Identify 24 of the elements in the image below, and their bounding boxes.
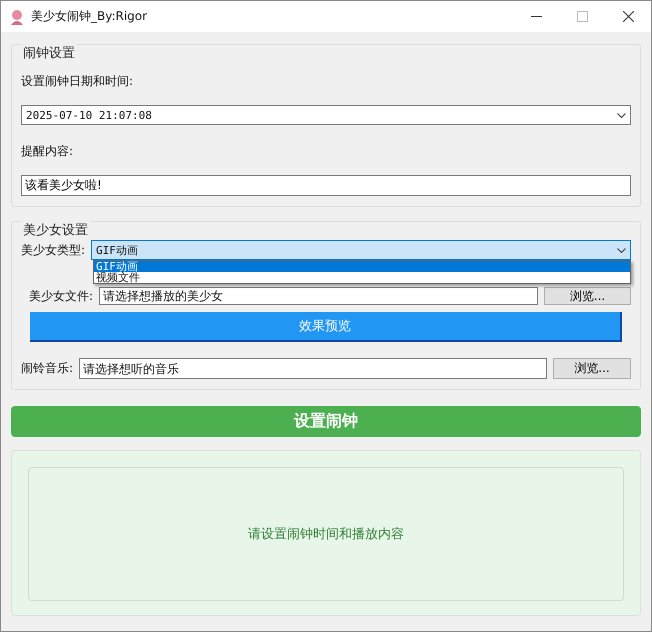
minimize-icon: [530, 16, 542, 17]
type-dropdown[interactable]: GIF动画: [91, 240, 631, 260]
browse-button[interactable]: 浏览...: [544, 287, 631, 305]
field-label: 提醒内容:: [21, 143, 74, 160]
chevron-down-icon: [617, 112, 626, 118]
figure-icon: [9, 8, 25, 24]
browse-button[interactable]: 浏览...: [553, 358, 631, 379]
dropdown-option[interactable]: GIF动画: [94, 261, 630, 272]
datetime-picker[interactable]: 2025-07-10 21:07:08: [21, 105, 631, 125]
field-label: 美少女文件:: [29, 288, 94, 304]
field-label: 美少女类型:: [21, 242, 86, 258]
field-label: 设置闹钟日期和时间:: [21, 73, 134, 90]
music-field[interactable]: 请选择想听的音乐: [79, 358, 547, 379]
chevron-down-icon: [617, 248, 626, 252]
maximize-icon: [576, 11, 588, 22]
status-text: 请设置闹钟时间和播放内容: [248, 526, 404, 543]
group-title: 美少女设置: [21, 221, 90, 239]
message-field[interactable]: 该看美少女啦!: [21, 175, 631, 196]
dropdown-option[interactable]: 视频文件: [94, 272, 630, 283]
group-title: 闹钟设置: [21, 44, 77, 62]
file-field[interactable]: 请选择想播放的美少女: [99, 287, 538, 305]
field-label: 闹铃音乐:: [21, 360, 74, 377]
close-icon: [622, 11, 634, 22]
window-title: 美少女闹钟_By:Rigor: [31, 8, 148, 25]
